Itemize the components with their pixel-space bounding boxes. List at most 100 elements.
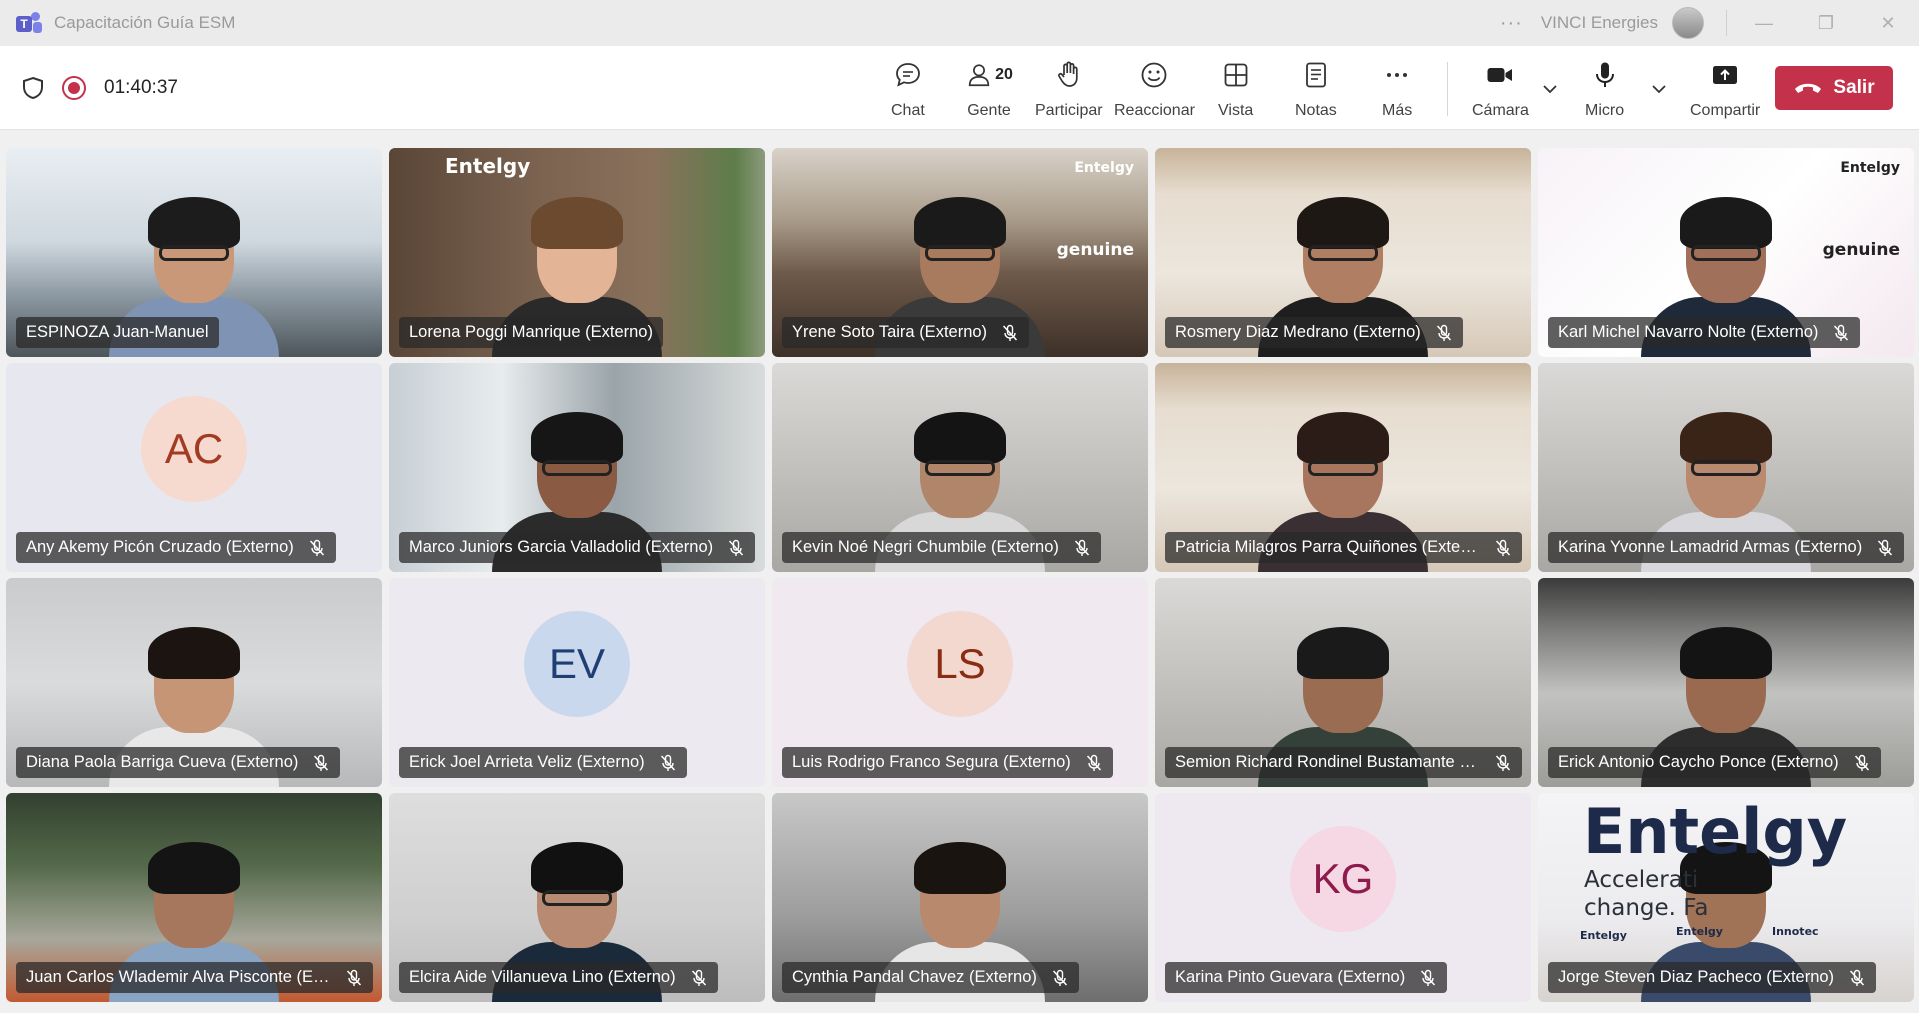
participant-tile[interactable]: Diana Paola Barriga Cueva (Externo)	[6, 578, 382, 787]
mic-muted-icon	[691, 969, 706, 986]
participant-name-tag: ESPINOZA Juan-Manuel	[16, 317, 219, 348]
participant-tile[interactable]: Entelgy Accelerati change. Fa Entelgy Entelg…	[1538, 793, 1914, 1002]
participant-name: Karina Pinto Guevara (Externo)	[1175, 968, 1406, 986]
people-count: 20	[995, 66, 1013, 83]
genuine-logo-text: genuine	[1056, 240, 1134, 260]
minimize-button[interactable]: —	[1733, 0, 1795, 46]
participant-name: Lorena Poggi Manrique (Externo)	[409, 323, 653, 341]
participant-tile[interactable]: Rosmery Diaz Medrano (Externo)	[1155, 148, 1531, 357]
share-label: Compartir	[1690, 102, 1761, 119]
participant-tile[interactable]: AC Any Akemy Picón Cruzado (Externo)	[6, 363, 382, 572]
participant-tile[interactable]: Marco Juniors Garcia Valladolid (Externo…	[389, 363, 765, 572]
camera-button[interactable]: Cámara	[1472, 60, 1529, 120]
participant-name-tag: Marco Juniors Garcia Valladolid (Externo…	[399, 532, 756, 563]
chat-button[interactable]: Chat	[891, 60, 925, 120]
participant-tile[interactable]: Elcira Aide Villanueva Lino (Externo)	[389, 793, 765, 1002]
mic-muted-icon	[1074, 539, 1089, 556]
participant-name-tag: Juan Carlos Wlademir Alva Pisconte (Exte…	[16, 962, 373, 993]
mic-muted-icon	[1495, 754, 1511, 771]
mic-muted-icon	[1421, 969, 1436, 986]
participant-name-tag: Karina Pinto Guevara (Externo)	[1165, 962, 1448, 993]
raise-hand-button[interactable]: Participar	[1035, 60, 1103, 120]
participant-tile[interactable]: Kevin Noé Negri Chumbile (Externo)	[772, 363, 1148, 572]
participant-tile[interactable]: Cynthia Pandal Chavez (Externo)	[772, 793, 1148, 1002]
react-button[interactable]: Reaccionar	[1114, 60, 1195, 120]
participant-initials-avatar: KG	[1290, 826, 1396, 932]
account-avatar[interactable]	[1672, 7, 1704, 39]
more-button[interactable]: Más	[1382, 60, 1412, 120]
participant-name-tag: Semion Richard Rondinel Bustamante (Exte…	[1165, 747, 1522, 778]
participant-name: Rosmery Diaz Medrano (Externo)	[1175, 323, 1421, 341]
participant-tile[interactable]: Patricia Milagros Parra Quiñones (Extern…	[1155, 363, 1531, 572]
raise-hand-label: Participar	[1035, 102, 1103, 119]
mic-muted-icon	[1052, 969, 1067, 986]
sign-small-logo: Entelgy	[1676, 925, 1723, 938]
mic-muted-icon	[346, 969, 362, 986]
mic-options-chevron-icon[interactable]	[1650, 80, 1668, 98]
participant-tile[interactable]: Entelgy Lorena Poggi Manrique (Externo)	[389, 148, 765, 357]
sign-text-line: Accelerati	[1584, 867, 1699, 893]
participant-tile[interactable]: Entelgy genuine Yrene Soto Taira (Externo)	[772, 148, 1148, 357]
restore-button[interactable]: ❐	[1795, 0, 1857, 46]
participant-tile[interactable]: Erick Antonio Caycho Ponce (Externo)	[1538, 578, 1914, 787]
view-button[interactable]: Vista	[1218, 60, 1253, 120]
mic-muted-icon	[1436, 324, 1451, 341]
participant-name-tag: Luis Rodrigo Franco Segura (Externo)	[782, 747, 1113, 778]
participant-tile[interactable]: LS Luis Rodrigo Franco Segura (Externo)	[772, 578, 1148, 787]
sign-small-logo: Entelgy	[1580, 929, 1627, 942]
participant-name-tag: Patricia Milagros Parra Quiñones (Extern…	[1165, 532, 1522, 563]
meeting-timer: 01:40:37	[104, 77, 178, 98]
participant-name-tag: Yrene Soto Taira (Externo)	[782, 317, 1030, 348]
toolbar-divider	[1447, 62, 1448, 116]
participant-name-tag: Rosmery Diaz Medrano (Externo)	[1165, 317, 1463, 348]
org-name[interactable]: VINCI Energies	[1541, 13, 1658, 33]
participant-tile[interactable]: ESPINOZA Juan-Manuel	[6, 148, 382, 357]
title-divider	[1726, 10, 1727, 36]
participant-name: Semion Richard Rondinel Bustamante (Exte…	[1175, 753, 1480, 771]
participant-name: Yrene Soto Taira (Externo)	[792, 323, 988, 341]
participant-name: Karl Michel Navarro Nolte (Externo)	[1558, 323, 1819, 341]
leave-button[interactable]: Salir	[1775, 66, 1893, 110]
close-button[interactable]: ✕	[1857, 0, 1919, 46]
mic-muted-icon	[309, 539, 324, 556]
company-logo-text: Entelgy	[1074, 160, 1134, 176]
participant-tile[interactable]: Entelgy genuine Karl Michel Navarro Nolte …	[1538, 148, 1914, 357]
sign-text-line: change. Fa	[1584, 895, 1709, 921]
leave-label: Salir	[1833, 77, 1875, 98]
title-more-icon[interactable]: ···	[1500, 12, 1523, 35]
share-icon	[1713, 66, 1738, 84]
mic-muted-icon	[729, 539, 744, 556]
participant-initials-avatar: EV	[524, 611, 630, 717]
participant-initials-avatar: LS	[907, 611, 1013, 717]
people-label: Gente	[967, 102, 1011, 119]
participant-tile[interactable]: KG Karina Pinto Guevara (Externo)	[1155, 793, 1531, 1002]
participant-tile[interactable]: Karina Yvonne Lamadrid Armas (Externo)	[1538, 363, 1914, 572]
participant-tile[interactable]: Juan Carlos Wlademir Alva Pisconte (Exte…	[6, 793, 382, 1002]
title-bar: T Capacitación Guía ESM ··· VINCI Energi…	[0, 0, 1919, 46]
grid-view-icon	[1224, 63, 1248, 87]
share-button[interactable]: Compartir	[1690, 60, 1760, 120]
camera-icon	[1487, 68, 1513, 82]
notes-button[interactable]: Notas	[1295, 60, 1337, 120]
participant-name: Patricia Milagros Parra Quiñones (Extern…	[1175, 538, 1480, 556]
participant-name: Luis Rodrigo Franco Segura (Externo)	[792, 753, 1071, 771]
participant-tile[interactable]: Semion Richard Rondinel Bustamante (Exte…	[1155, 578, 1531, 787]
camera-label: Cámara	[1472, 102, 1529, 119]
participant-name: Any Akemy Picón Cruzado (Externo)	[26, 538, 294, 556]
participant-name-tag: Karl Michel Navarro Nolte (Externo)	[1548, 317, 1861, 348]
participant-name-tag: Any Akemy Picón Cruzado (Externo)	[16, 532, 336, 563]
notes-icon	[1305, 62, 1326, 88]
participant-name-tag: Cynthia Pandal Chavez (Externo)	[782, 962, 1079, 993]
participant-tile[interactable]: EV Erick Joel Arrieta Veliz (Externo)	[389, 578, 765, 787]
camera-options-chevron-icon[interactable]	[1541, 80, 1559, 98]
people-icon	[968, 64, 990, 87]
sign-small-logo: Innotec	[1772, 925, 1819, 938]
notes-label: Notas	[1295, 102, 1337, 119]
teams-logo-icon: T	[16, 12, 42, 34]
mic-button[interactable]: Micro	[1585, 60, 1624, 120]
people-button[interactable]: 20 Gente	[964, 60, 1014, 120]
more-label: Más	[1382, 102, 1413, 119]
smiley-icon	[1142, 62, 1167, 88]
shield-icon[interactable]	[22, 76, 44, 100]
participant-name: Kevin Noé Negri Chumbile (Externo)	[792, 538, 1059, 556]
